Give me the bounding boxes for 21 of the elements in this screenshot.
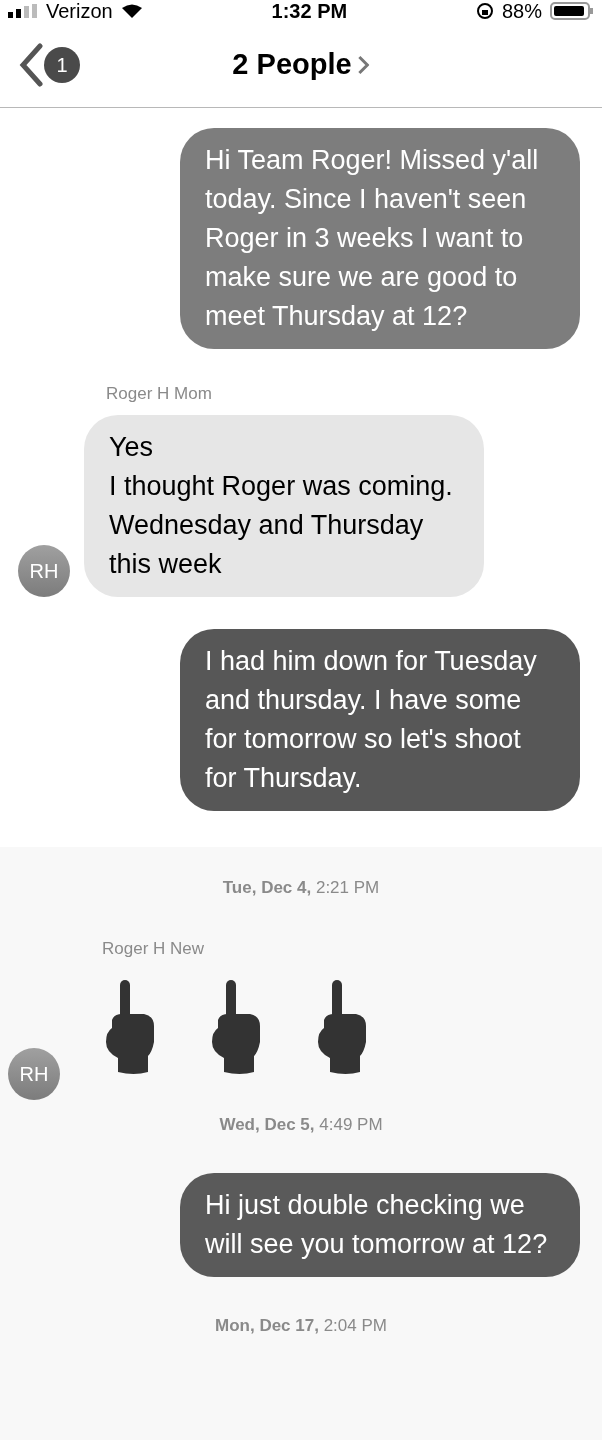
battery-icon <box>550 2 594 20</box>
sender-name: Roger H Mom <box>106 383 213 405</box>
unread-count-badge: 1 <box>44 46 80 83</box>
message-timestamp: Wed, Dec 5, 4:49 PM <box>219 1113 383 1136</box>
back-button[interactable]: 1 <box>18 42 80 87</box>
sender-name: Roger H New <box>102 938 206 960</box>
sent-message-bubble: I had him down for Tuesday and thursday. I have some for tomorrow so let's shoot for Thursday. <box>180 628 580 811</box>
message-timestamp: Mon, Dec 17, 2:04 PM <box>215 1315 387 1337</box>
carrier-name: Verizon <box>46 0 113 24</box>
back-chevron-icon <box>18 42 44 87</box>
message-timestamp: Tue, Dec 4, 2:21 PM <box>222 876 380 899</box>
received-message-bubble: Yes I thought Roger was coming. Wednesday and Thursday this week <box>84 414 484 597</box>
conversation-title[interactable]: 2 People <box>232 42 370 87</box>
battery-percent: 88% <box>501 0 542 24</box>
wifi-icon <box>120 4 143 18</box>
signal-icon <box>8 4 38 18</box>
rotation-lock-icon <box>475 2 494 20</box>
status-time: 1:32 PM <box>271 0 348 24</box>
sent-message-bubble: Hi just double checking we will see you tomorrow at 12? <box>180 1173 580 1277</box>
chevron-right-icon <box>357 54 370 75</box>
sent-message-bubble: Hi Team Roger! Missed y'all today. Since I haven't seen Roger in 3 weeks I want to make sure we are good to meet Thursday at 12? <box>180 128 580 349</box>
